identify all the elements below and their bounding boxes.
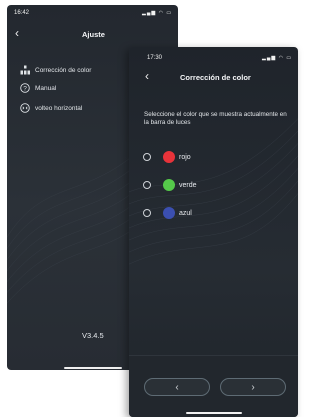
menu-item-color-correction[interactable]: Corrección de color (19, 63, 91, 77)
green-color-swatch (163, 179, 175, 191)
radio-button[interactable] (143, 209, 151, 217)
page-title: Ajuste (82, 30, 105, 39)
color-correction-screen: 17:30 ▂▄▆ ◠ ▭ ‹ Corrección de color Sele… (129, 47, 298, 417)
chevron-right-icon: › (251, 381, 255, 393)
menu-item-label: Manual (35, 84, 57, 92)
next-button[interactable]: › (220, 378, 286, 396)
menu-item-label: volteo horizontal (35, 104, 83, 112)
status-time: 17:30 (147, 55, 163, 61)
radio-button[interactable] (143, 181, 151, 189)
bottom-navigation: ‹ › (129, 355, 298, 417)
chevron-left-icon: ‹ (175, 381, 179, 393)
help-circle-icon: ? (19, 83, 30, 94)
blue-color-swatch (163, 207, 175, 219)
back-button[interactable]: ‹ (15, 27, 19, 39)
back-button[interactable]: ‹ (145, 70, 149, 82)
color-bars-icon (19, 65, 30, 76)
page-title: Corrección de color (180, 73, 251, 82)
status-icons: ▂▄▆ ◠ ▭ (262, 55, 293, 61)
svg-text:?: ? (23, 85, 27, 92)
status-icons: ▂▄▆ ◠ ▭ (142, 10, 173, 16)
menu-item-manual[interactable]: ? Manual (19, 81, 56, 95)
color-label: azul (179, 209, 192, 217)
menu-item-label: Corrección de color (35, 66, 92, 74)
instruction-text: Seleccione el color que se muestra actua… (144, 111, 287, 126)
previous-button[interactable]: ‹ (144, 378, 210, 396)
version-label: V3.4.5 (82, 331, 104, 340)
home-indicator (64, 367, 122, 369)
color-option-green[interactable]: verde (143, 178, 197, 192)
color-option-red[interactable]: rojo (143, 150, 191, 164)
home-indicator (186, 412, 242, 414)
color-label: verde (179, 181, 197, 189)
radio-button[interactable] (143, 153, 151, 161)
color-option-blue[interactable]: azul (143, 206, 192, 220)
color-label: rojo (179, 153, 191, 161)
red-color-swatch (163, 151, 175, 163)
flip-icon (19, 103, 30, 114)
status-time: 16:42 (14, 10, 30, 16)
menu-item-horizontal-flip[interactable]: volteo horizontal (19, 101, 82, 115)
